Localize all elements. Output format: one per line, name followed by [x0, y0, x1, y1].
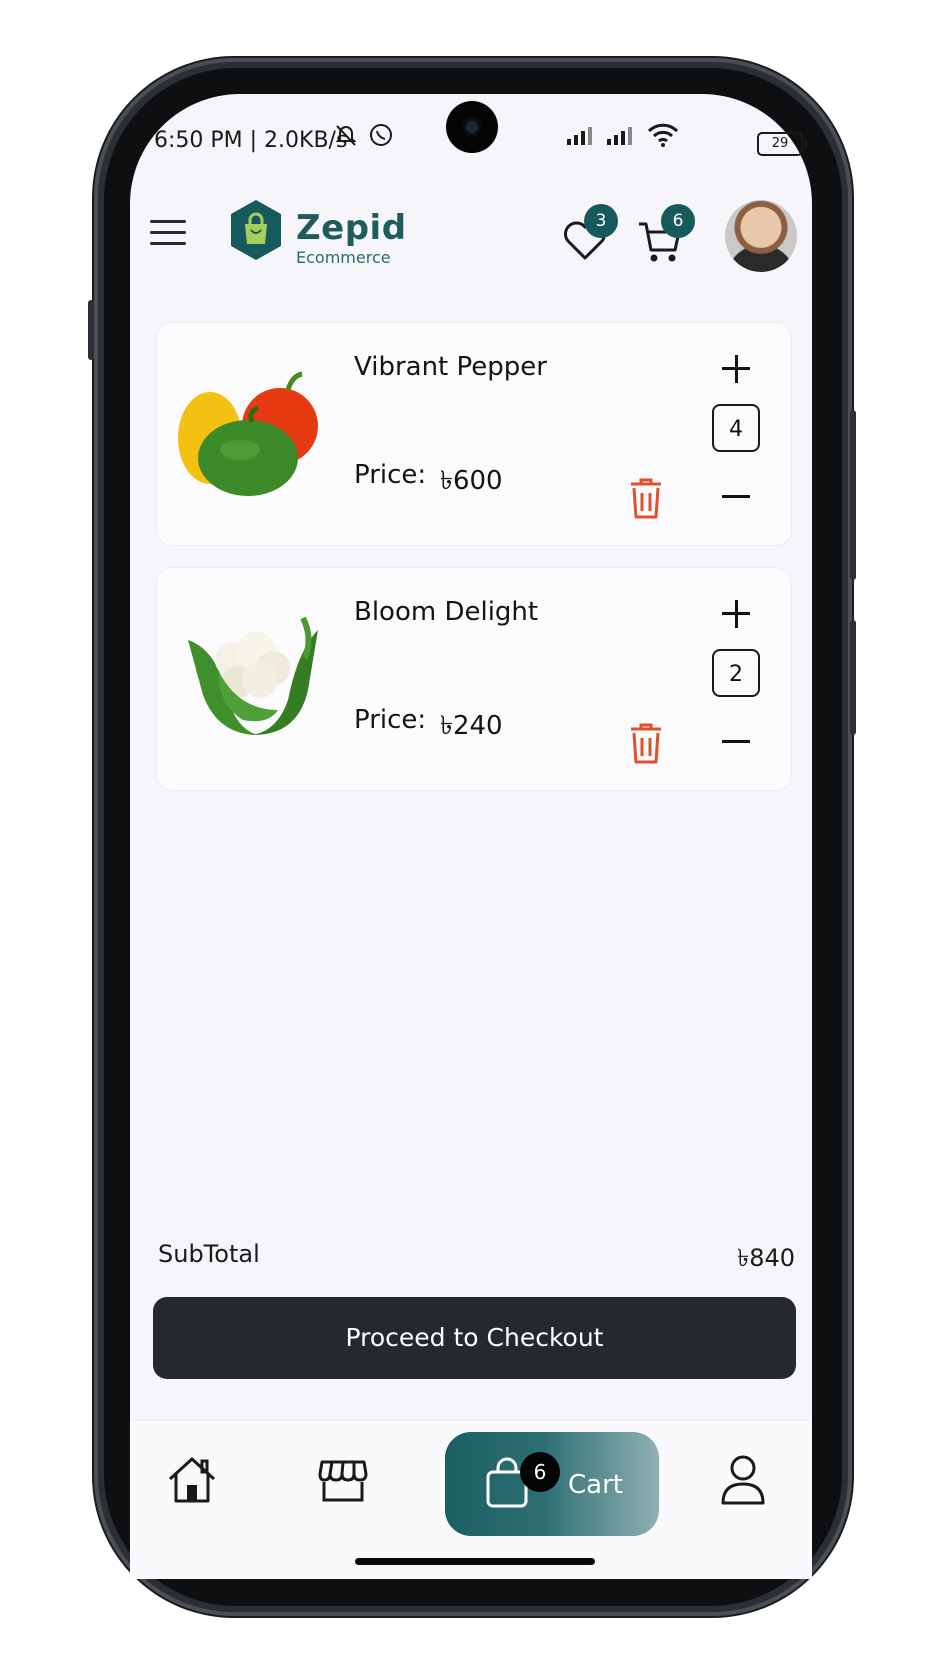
front-camera	[446, 101, 498, 153]
signal-icon	[567, 127, 592, 145]
cart-count-badge: 6	[661, 204, 695, 238]
mute-icon	[335, 125, 357, 146]
avatar[interactable]	[725, 200, 797, 272]
minus-icon	[722, 495, 750, 498]
product-image-pepper	[178, 371, 318, 496]
signal-icon-2	[607, 127, 632, 145]
quantity-display[interactable]: 4	[712, 404, 760, 452]
status-time-speed: 6:50 PM | 2.0KB/s	[154, 128, 348, 153]
decrease-quantity-button[interactable]	[719, 725, 753, 759]
logo-icon	[231, 200, 281, 260]
brand-subtitle: Ecommerce	[296, 248, 391, 267]
power-button	[850, 410, 856, 580]
increase-quantity-button[interactable]	[719, 597, 753, 631]
cart-header-button[interactable]: 6	[637, 204, 697, 270]
nav-cart-label: Cart	[568, 1470, 623, 1500]
store-icon[interactable]	[318, 1458, 368, 1504]
checkout-button[interactable]: Proceed to Checkout	[153, 1297, 796, 1379]
delete-icon[interactable]	[627, 476, 665, 520]
increase-quantity-button[interactable]	[719, 352, 753, 386]
product-name: Bloom Delight	[354, 597, 539, 627]
subtotal-value: ৳840	[737, 1244, 795, 1272]
quantity-display[interactable]: 2	[712, 649, 760, 697]
delete-icon[interactable]	[627, 721, 665, 765]
volume-button	[850, 620, 856, 735]
subtotal-label: SubTotal	[158, 1240, 260, 1268]
product-price-label: Price:	[354, 705, 427, 735]
hamburger-icon	[150, 220, 186, 223]
product-name: Vibrant Pepper	[354, 352, 547, 382]
brand-name: Zepid	[296, 208, 407, 248]
wifi-icon	[647, 123, 679, 147]
wishlist-button[interactable]: 3	[560, 204, 620, 270]
minus-icon	[722, 740, 750, 743]
home-indicator	[355, 1558, 595, 1565]
nav-cart-badge: 6	[520, 1452, 560, 1492]
product-price: ৳240	[440, 711, 503, 741]
product-image-cauliflower	[188, 616, 318, 735]
decrease-quantity-button[interactable]	[719, 480, 753, 514]
wishlist-badge: 3	[584, 204, 618, 238]
side-key	[88, 300, 94, 360]
menu-button[interactable]	[150, 220, 190, 250]
battery-icon: 29	[757, 132, 807, 156]
whatsapp-icon	[370, 124, 392, 146]
product-price-label: Price:	[354, 460, 427, 490]
user-icon[interactable]	[720, 1453, 766, 1507]
product-price: ৳600	[440, 466, 503, 496]
home-icon[interactable]	[166, 1455, 218, 1505]
